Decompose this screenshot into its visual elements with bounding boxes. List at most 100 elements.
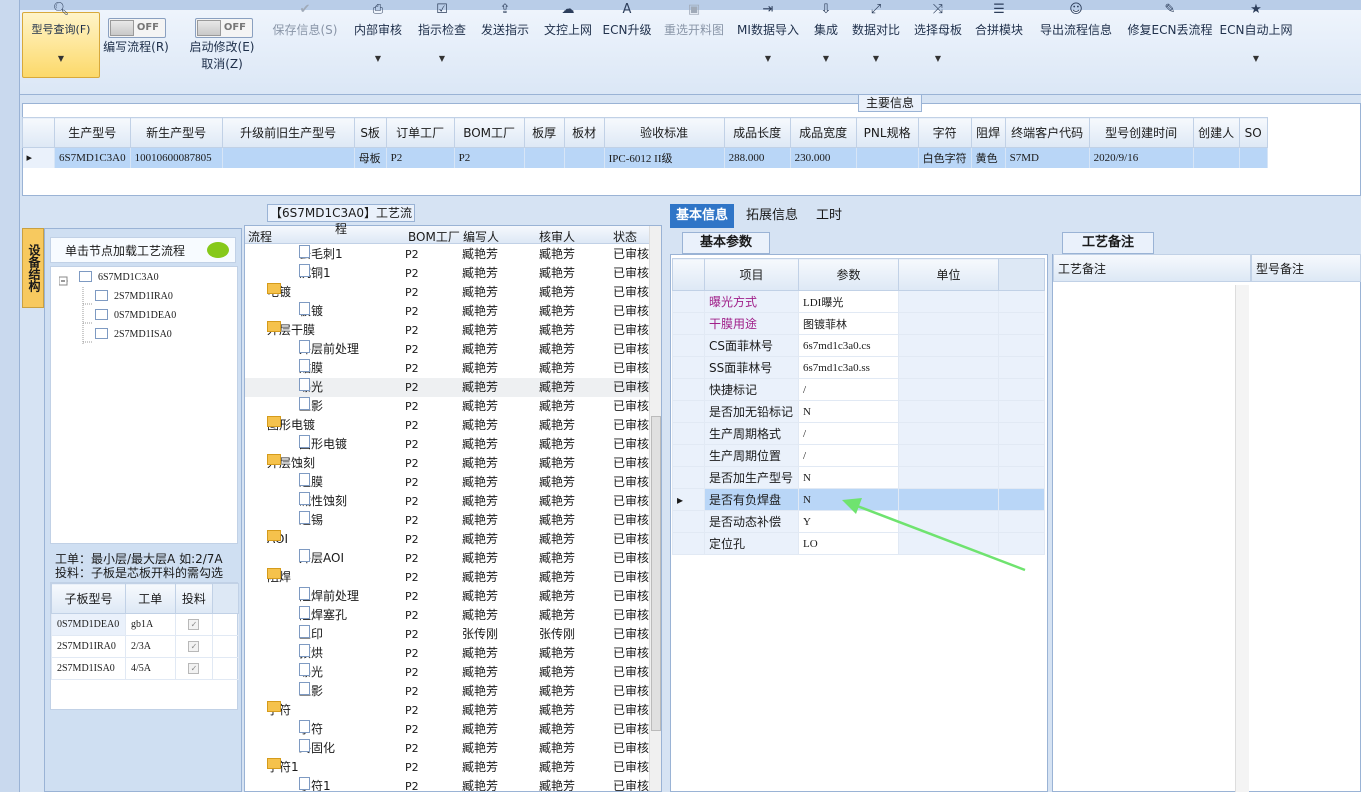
- scrollbar-thumb[interactable]: [651, 416, 661, 731]
- flow-row[interactable]: 曝光 P2 臧艳芳 臧艳芳 已审核: [245, 378, 650, 397]
- table-cell[interactable]: 6S7MD1C3A0: [54, 147, 131, 168]
- chevron-down-icon[interactable]: ▼: [439, 54, 445, 63]
- table-row[interactable]: 2S7MD1ISA0 4/5A ✓: [51, 657, 239, 680]
- toolbar-button[interactable]: ⇥ MI数据导入 ▼: [735, 0, 801, 80]
- column-header[interactable]: 新生产型号: [129, 117, 223, 148]
- param-row[interactable]: 是否加生产型号 N: [672, 466, 1045, 489]
- param-value[interactable]: /: [798, 422, 899, 445]
- model-notes-header[interactable]: 型号备注: [1251, 254, 1361, 282]
- tree-node[interactable]: 2S7MD1ISA0: [95, 328, 172, 342]
- column-header[interactable]: BOM工厂: [408, 228, 460, 245]
- table-cell[interactable]: [856, 147, 919, 168]
- write-flow-button[interactable]: 编写流程(R): [100, 35, 172, 55]
- flow-row[interactable]: −阻焊 P2 臧艳芳 臧艳芳 已审核: [245, 568, 650, 587]
- table-cell[interactable]: 4/5A: [124, 657, 176, 680]
- chevron-down-icon[interactable]: ▼: [375, 54, 381, 63]
- flow-row[interactable]: 字符 P2 臧艳芳 臧艳芳 已审核: [245, 720, 650, 739]
- column-header[interactable]: 成品宽度: [789, 117, 857, 148]
- tab-work-hours[interactable]: 工时: [810, 204, 848, 228]
- table-cell[interactable]: 10010600087805: [130, 147, 223, 168]
- column-header[interactable]: 状态: [613, 228, 637, 245]
- table-cell[interactable]: [1239, 147, 1268, 168]
- column-header[interactable]: 核审人: [539, 228, 575, 245]
- table-cell[interactable]: [524, 147, 565, 168]
- param-unit[interactable]: [898, 444, 999, 467]
- scrollbar[interactable]: [1235, 285, 1249, 792]
- param-value[interactable]: N: [798, 400, 899, 423]
- flow-row[interactable]: 外层AOI P2 臧艳芳 臧艳芳 已审核: [245, 549, 650, 568]
- flow-row[interactable]: −字符1 P2 臧艳芳 臧艳芳 已审核: [245, 758, 650, 777]
- table-cell[interactable]: 230.000: [790, 147, 857, 168]
- flow-row[interactable]: 图形电镀 P2 臧艳芳 臧艳芳 已审核: [245, 435, 650, 454]
- column-header[interactable]: 板厚: [523, 117, 565, 148]
- param-row[interactable]: 曝光方式 LDI曝光: [672, 290, 1045, 313]
- column-header[interactable]: BOM工厂: [453, 117, 525, 148]
- table-cell[interactable]: 白色字符: [918, 147, 972, 168]
- table-cell[interactable]: S7MD: [1005, 147, 1090, 168]
- flow-row[interactable]: 去毛刺1 P2 臧艳芳 臧艳芳 已审核: [245, 245, 650, 264]
- toolbar-button[interactable]: ⇪ 发送指示: [475, 0, 535, 80]
- table-row[interactable]: ▸ 6S7MD1C3A0 10010600087805 母板 P2 P2 IPC-6012 …: [22, 147, 1268, 168]
- param-value[interactable]: /: [798, 444, 899, 467]
- cancel-button[interactable]: 取消(Z): [190, 52, 254, 72]
- toolbar-button[interactable]: ✔ 保存信息(S): [265, 0, 345, 80]
- chevron-down-icon[interactable]: ▼: [873, 54, 879, 63]
- param-row[interactable]: 快捷标记 /: [672, 378, 1045, 401]
- param-value[interactable]: LDI曝光: [798, 290, 899, 313]
- table-cell[interactable]: [222, 147, 355, 168]
- flow-row[interactable]: −字符 P2 臧艳芳 臧艳芳 已审核: [245, 701, 650, 720]
- param-unit[interactable]: [898, 290, 999, 313]
- table-cell[interactable]: ✓: [174, 613, 214, 636]
- chat-bubble-icon[interactable]: [207, 242, 229, 258]
- param-value[interactable]: 6s7md1c3a0.cs: [798, 334, 899, 357]
- toolbar-button[interactable]: ⤢ 数据对比 ▼: [848, 0, 904, 80]
- column-header[interactable]: 创建人: [1192, 117, 1240, 148]
- flow-row[interactable]: 退膜 P2 臧艳芳 臧艳芳 已审核: [245, 473, 650, 492]
- tree-node[interactable]: 2S7MD1IRA0: [95, 290, 173, 304]
- param-row[interactable]: 生产周期格式 /: [672, 422, 1045, 445]
- table-cell[interactable]: [1193, 147, 1240, 168]
- table-cell[interactable]: 2S7MD1ISA0: [51, 657, 126, 680]
- flow-row[interactable]: 阻焊前处理 P2 臧艳芳 臧艳芳 已审核: [245, 587, 650, 606]
- feed-checkbox[interactable]: ✓: [188, 663, 200, 674]
- table-cell[interactable]: 母板: [354, 147, 387, 168]
- column-header[interactable]: 工单: [124, 583, 176, 614]
- param-unit[interactable]: [898, 466, 999, 489]
- column-header[interactable]: 投料: [174, 583, 214, 614]
- toolbar-button[interactable]: ⎙ 内部审核 ▼: [350, 0, 406, 80]
- toolbar-button[interactable]: ☰ 合拼模块: [972, 0, 1026, 80]
- column-header[interactable]: 参数: [798, 258, 899, 291]
- flow-row[interactable]: 显影 P2 臧艳芳 臧艳芳 已审核: [245, 682, 650, 701]
- tab-extended-info[interactable]: 拓展信息: [740, 204, 804, 228]
- column-header[interactable]: 板材: [563, 117, 605, 148]
- table-cell[interactable]: 黄色: [971, 147, 1006, 168]
- flow-row[interactable]: 字符1 P2 臧艳芳 臧艳芳 已审核: [245, 777, 650, 791]
- param-unit[interactable]: [898, 422, 999, 445]
- chevron-down-icon[interactable]: ▼: [58, 54, 64, 63]
- column-header[interactable]: 验收标准: [603, 117, 725, 148]
- column-header[interactable]: 成品长度: [723, 117, 791, 148]
- column-header[interactable]: 阻焊: [970, 117, 1006, 148]
- feed-checkbox[interactable]: ✓: [188, 619, 200, 630]
- flow-row[interactable]: −电镀 P2 臧艳芳 臧艳芳 已审核: [245, 283, 650, 302]
- param-unit[interactable]: [898, 356, 999, 379]
- column-header[interactable]: SO: [1238, 117, 1268, 148]
- param-value[interactable]: /: [798, 378, 899, 401]
- toolbar-button[interactable]: A ECN升级: [600, 0, 654, 80]
- chevron-down-icon[interactable]: ▼: [1253, 54, 1259, 63]
- column-header[interactable]: 流程: [248, 228, 272, 245]
- chevron-down-icon[interactable]: ▼: [765, 54, 771, 63]
- toolbar-button[interactable]: ✎ 修复ECN丢流程: [1124, 0, 1216, 80]
- flow-row[interactable]: 终固化 P2 臧艳芳 臧艳芳 已审核: [245, 739, 650, 758]
- flow-row[interactable]: −图形电镀 P2 臧艳芳 臧艳芳 已审核: [245, 416, 650, 435]
- table-cell[interactable]: [564, 147, 605, 168]
- param-row[interactable]: 是否加无铅标记 N: [672, 400, 1045, 423]
- toolbar-button[interactable]: ☺ 导出流程信息: [1036, 0, 1116, 80]
- tree-node[interactable]: 0S7MD1DEA0: [95, 309, 176, 323]
- flow-row[interactable]: 丝印 P2 张传刚 张传刚 已审核: [245, 625, 650, 644]
- model-query-tool[interactable]: 🔍︎ 型号查询(F) ▼: [22, 0, 100, 80]
- process-notes-header[interactable]: 工艺备注: [1053, 254, 1251, 282]
- column-header[interactable]: 字符: [917, 117, 972, 148]
- toolbar-button[interactable]: ★ ECN自动上网 ▼: [1218, 0, 1294, 80]
- flow-row[interactable]: 板镀 P2 臧艳芳 臧艳芳 已审核: [245, 302, 650, 321]
